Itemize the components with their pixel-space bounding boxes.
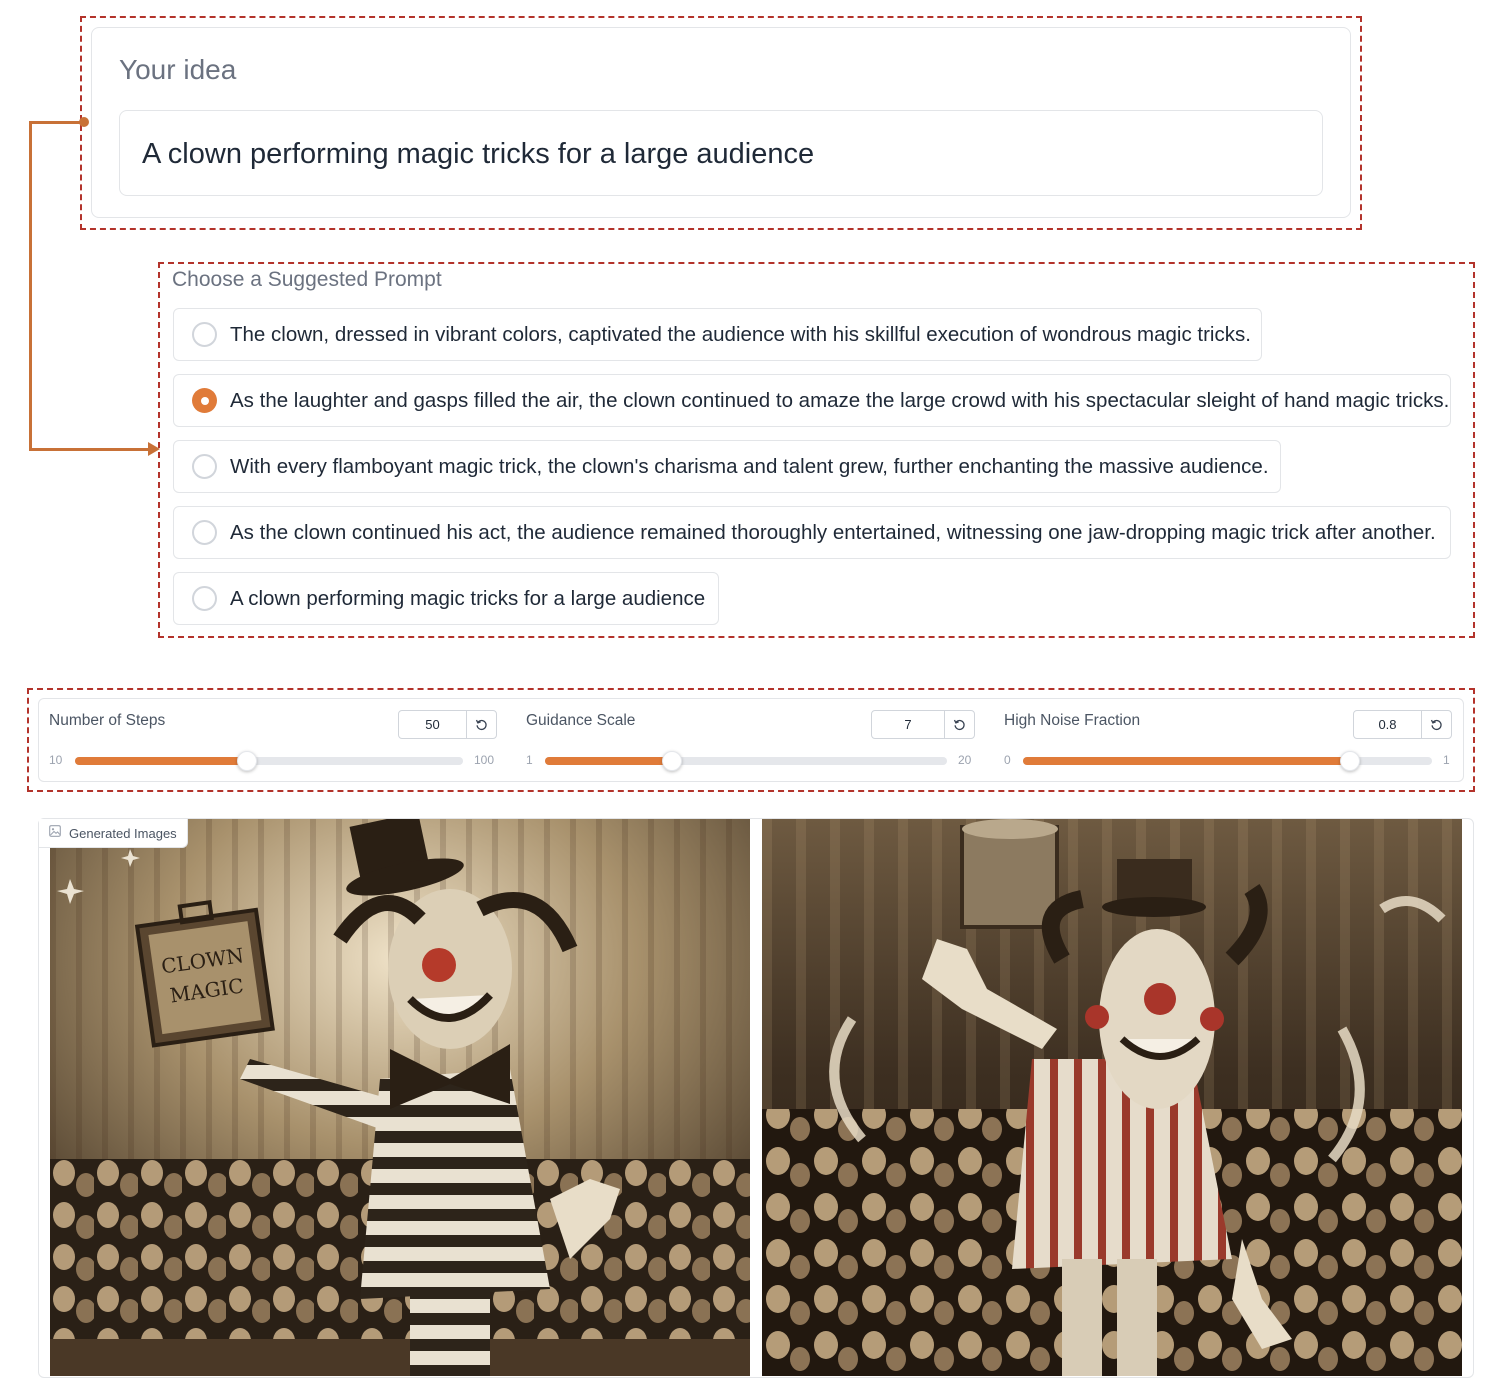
slider-fill — [75, 757, 248, 765]
radio-icon[interactable] — [192, 388, 217, 413]
guidance-min: 1 — [526, 753, 533, 767]
prompts-label: Choose a Suggested Prompt — [172, 268, 442, 291]
idea-panel: Your idea A clown performing magic trick… — [91, 27, 1351, 218]
noise-fraction-label: High Noise Fraction — [1004, 712, 1141, 729]
steps-max: 100 — [474, 753, 495, 767]
guidance-slider[interactable] — [545, 751, 947, 771]
reset-icon[interactable] — [944, 711, 974, 738]
idea-input[interactable]: A clown performing magic tricks for a la… — [119, 110, 1323, 196]
steps-min: 10 — [49, 753, 63, 767]
prompt-option-label: With every flamboyant magic trick, the c… — [230, 454, 1269, 478]
noise-fraction-number-input[interactable]: 0.8 — [1353, 710, 1452, 739]
radio-icon[interactable] — [192, 322, 217, 347]
gallery-label-tab: Generated Images — [39, 819, 188, 848]
connector-line — [29, 121, 32, 451]
prompt-option-label: A clown performing magic tricks for a la… — [230, 586, 706, 610]
connector-dot — [79, 117, 89, 127]
noise-fraction-value[interactable]: 0.8 — [1354, 711, 1421, 738]
noise-fraction-min: 0 — [1004, 753, 1011, 767]
guidance-label: Guidance Scale — [526, 712, 636, 729]
prompt-option[interactable]: A clown performing magic tricks for a la… — [173, 572, 719, 625]
prompt-option-label: As the clown continued his act, the audi… — [230, 520, 1436, 544]
generated-image[interactable]: CLOWN MAGIC — [50, 819, 750, 1376]
noise-fraction-max: 1 — [1443, 753, 1450, 767]
connector-line — [29, 448, 151, 451]
image-icon — [49, 824, 61, 842]
steps-number-input[interactable]: 50 — [398, 710, 497, 739]
steps-label: Number of Steps — [49, 712, 166, 729]
guidance-number-input[interactable]: 7 — [871, 710, 975, 739]
prompt-option-label: As the laughter and gasps filled the air… — [230, 388, 1450, 412]
prompt-option[interactable]: With every flamboyant magic trick, the c… — [173, 440, 1281, 493]
prompt-option-selected[interactable]: As the laughter and gasps filled the air… — [173, 374, 1451, 427]
steps-value[interactable]: 50 — [399, 711, 466, 738]
guidance-value[interactable]: 7 — [872, 711, 944, 738]
guidance-max: 20 — [958, 753, 972, 767]
reset-icon[interactable] — [466, 711, 496, 738]
generated-image[interactable] — [762, 819, 1462, 1376]
idea-label: Your idea — [119, 54, 237, 85]
slider-thumb[interactable] — [662, 751, 683, 771]
slider-fill — [1023, 757, 1351, 765]
connector-arrowhead — [148, 442, 160, 456]
slider-fill — [545, 757, 673, 765]
steps-slider[interactable] — [75, 751, 463, 771]
noise-fraction-slider[interactable] — [1023, 751, 1432, 771]
radio-icon[interactable] — [192, 520, 217, 545]
prompt-option[interactable]: The clown, dressed in vibrant colors, ca… — [173, 308, 1262, 361]
radio-icon[interactable] — [192, 586, 217, 611]
prompt-option[interactable]: As the clown continued his act, the audi… — [173, 506, 1451, 559]
gallery-label: Generated Images — [69, 825, 177, 841]
reset-icon[interactable] — [1421, 711, 1451, 738]
radio-icon[interactable] — [192, 454, 217, 479]
connector-line — [29, 121, 84, 124]
prompt-option-label: The clown, dressed in vibrant colors, ca… — [230, 322, 1251, 346]
